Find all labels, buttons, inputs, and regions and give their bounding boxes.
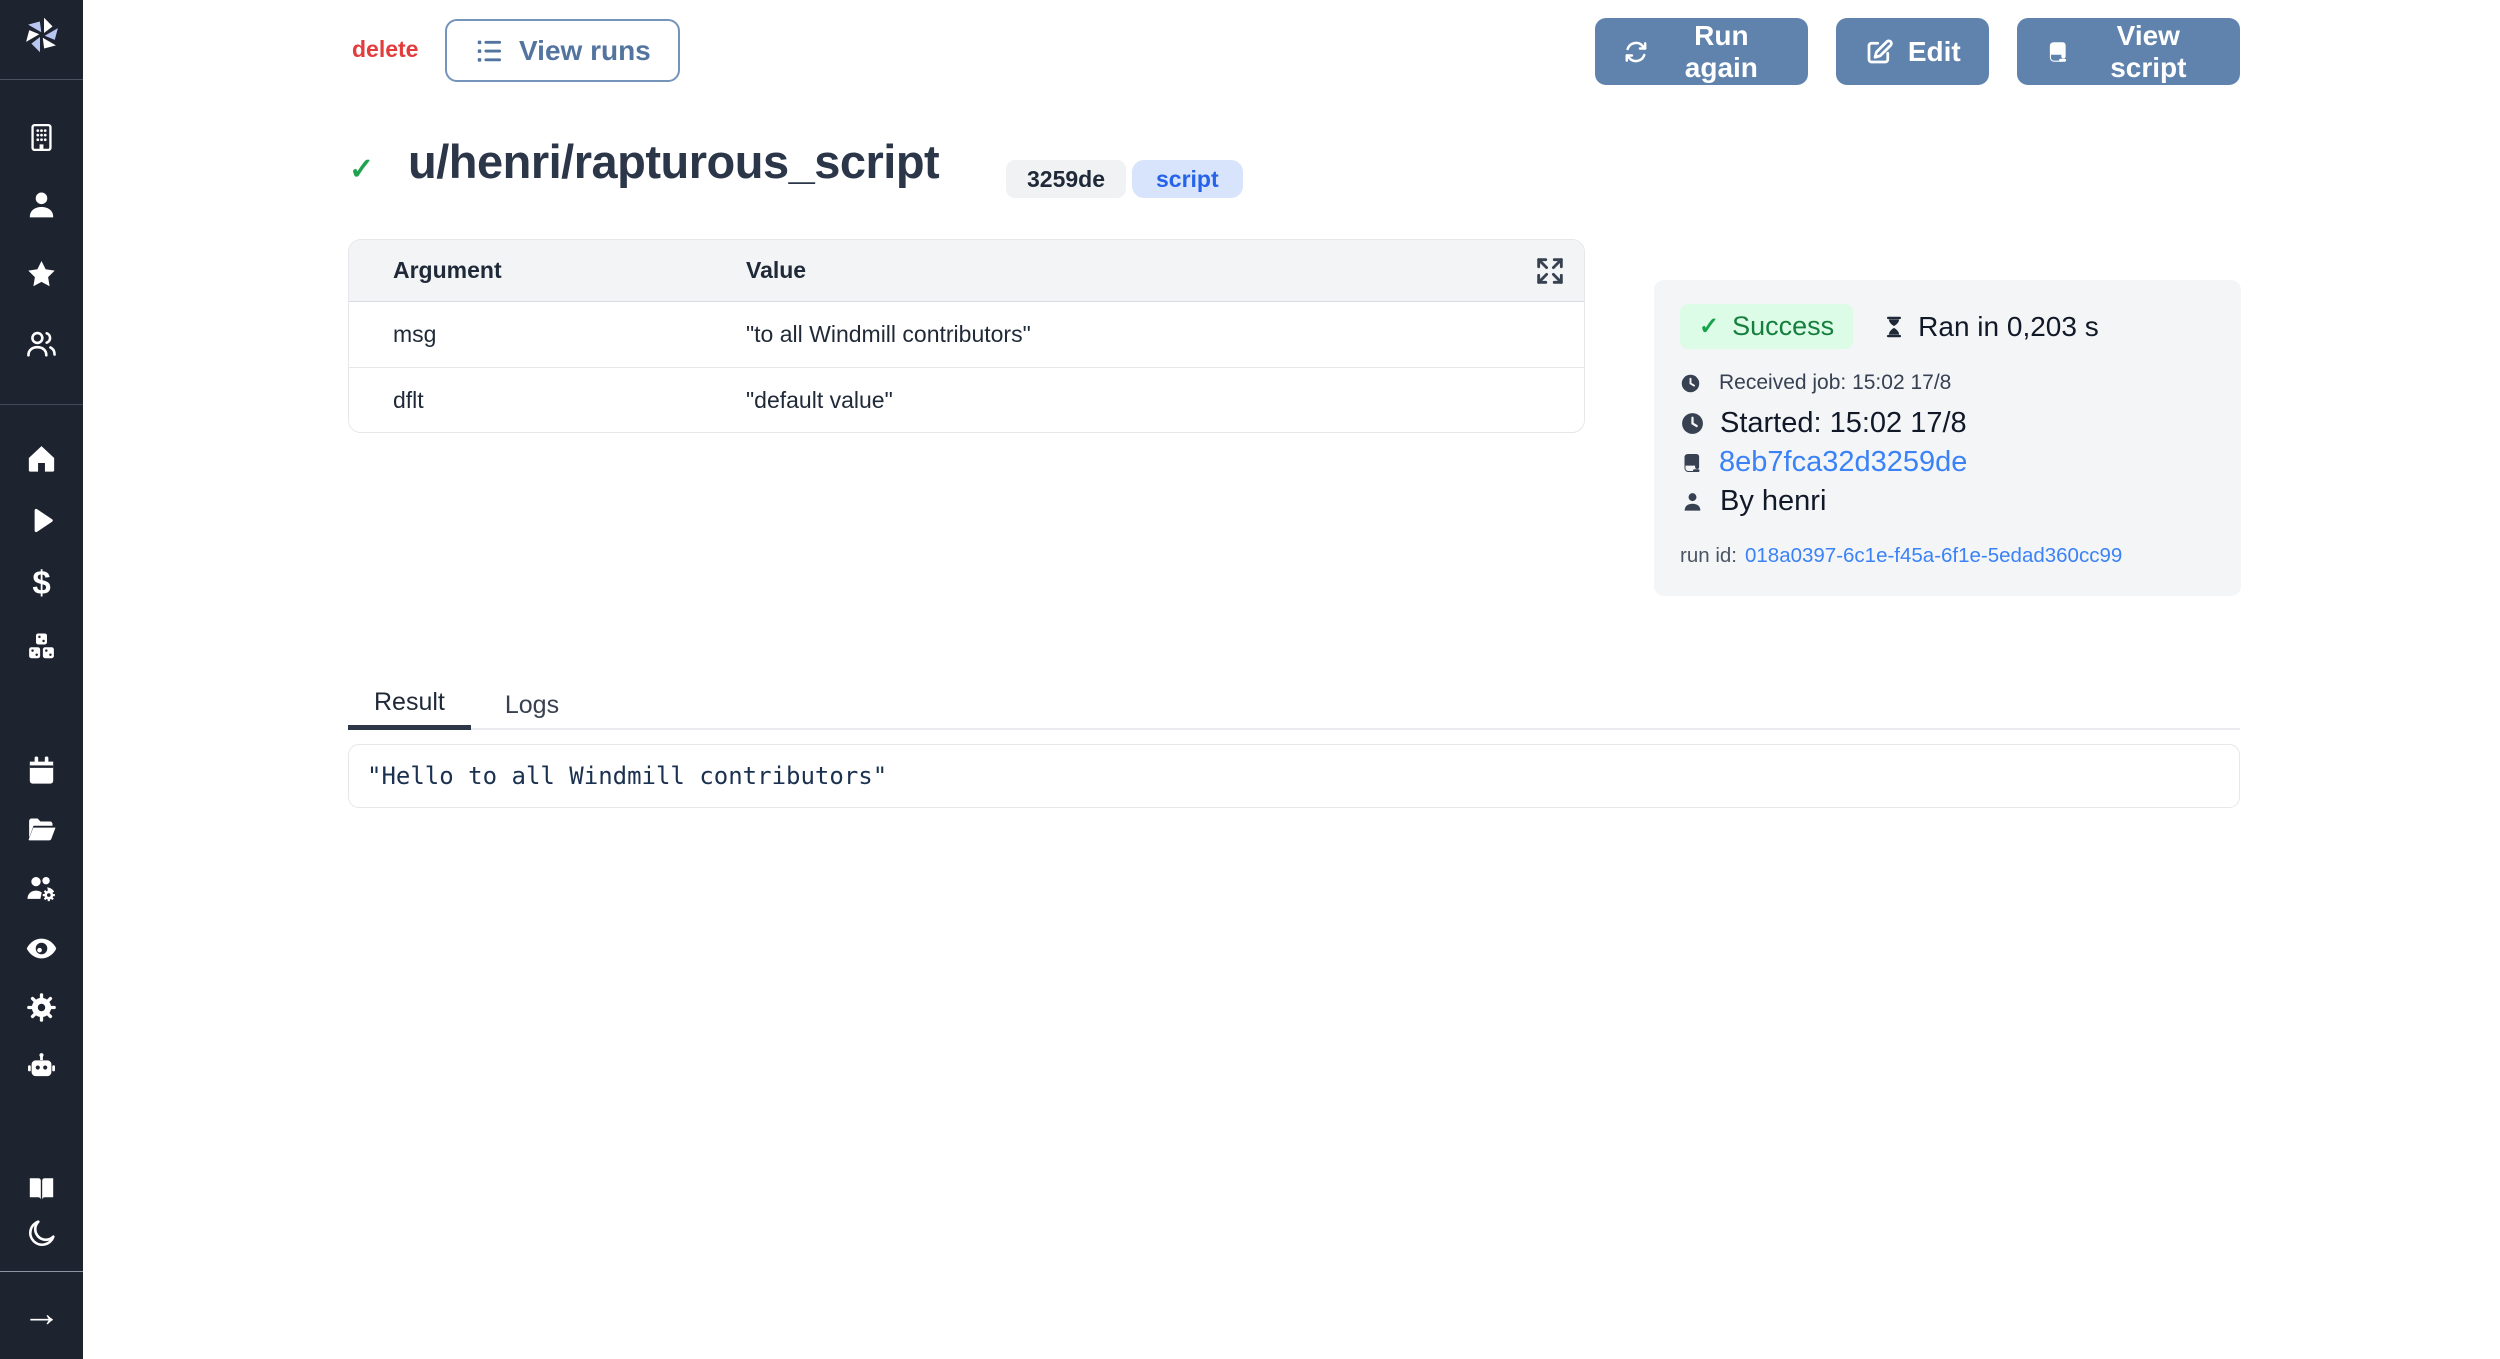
edit-icon: [1864, 37, 1894, 67]
received-job-row: Received job: 15:02 17/8: [1680, 371, 2215, 395]
table-row: msg "to all Windmill contributors": [349, 302, 1584, 367]
result-output-box: "Hello to all Windmill contributors": [348, 744, 2240, 808]
delete-button[interactable]: delete: [352, 36, 418, 63]
expand-icon[interactable]: [1533, 254, 1567, 288]
check-icon: ✓: [1699, 312, 1719, 341]
book-icon[interactable]: [25, 1172, 58, 1205]
windmill-logo[interactable]: [18, 11, 66, 59]
view-runs-button[interactable]: View runs: [445, 19, 680, 82]
run-by-row: By henri: [1680, 485, 2215, 518]
building-icon[interactable]: [25, 121, 58, 154]
hash-badge: 3259de: [1006, 160, 1126, 198]
view-script-button[interactable]: View script: [2017, 18, 2240, 85]
column-value: Value: [746, 257, 806, 284]
user-icon[interactable]: [25, 188, 58, 221]
job-hash-link[interactable]: 8eb7fca32d3259de: [1719, 446, 1967, 479]
arguments-table-header: Argument Value: [349, 240, 1584, 302]
arrow-right-icon[interactable]: →: [25, 1297, 58, 1330]
arg-value: "to all Windmill contributors": [746, 321, 1031, 348]
edit-button[interactable]: Edit: [1836, 18, 1989, 85]
success-check-icon: ✓: [349, 152, 374, 187]
dollar-icon[interactable]: $: [25, 566, 58, 599]
edit-label: Edit: [1908, 36, 1961, 68]
scroll-icon: [2045, 37, 2071, 67]
run-by-text: By henri: [1720, 485, 1826, 518]
windmill-run-page: $: [0, 0, 2500, 1359]
tab-result[interactable]: Result: [348, 680, 471, 730]
status-badge: ✓ Success: [1680, 304, 1853, 349]
arg-name: dflt: [349, 387, 746, 414]
clock-icon: [1680, 373, 1701, 394]
started-row: Started: 15:02 17/8: [1680, 407, 2215, 440]
clock-icon: [1680, 411, 1705, 436]
calendar-icon[interactable]: [25, 754, 58, 787]
view-runs-label: View runs: [519, 35, 651, 67]
sidebar-divider: [0, 1271, 83, 1272]
star-icon[interactable]: [25, 258, 58, 291]
run-id-row: run id: 018a0397-6c1e-f45a-6f1e-5edad360c…: [1680, 544, 2215, 568]
result-tabs: Result Logs: [348, 680, 2240, 730]
users-gear-icon[interactable]: [25, 872, 58, 905]
run-again-label: Run again: [1663, 20, 1780, 84]
folder-open-icon[interactable]: [25, 813, 58, 846]
list-icon: [474, 36, 504, 66]
started-text: Started: 15:02 17/8: [1720, 407, 1967, 440]
users-icon[interactable]: [25, 327, 58, 360]
column-argument: Argument: [349, 257, 746, 284]
arg-name: msg: [349, 321, 746, 348]
arg-value: "default value": [746, 387, 893, 414]
gear-icon[interactable]: [25, 991, 58, 1024]
sidebar: $: [0, 0, 83, 1359]
cubes-icon[interactable]: [25, 630, 58, 663]
arguments-table: Argument Value msg "to all Windmill cont…: [348, 239, 1585, 433]
user-icon: [1680, 489, 1705, 514]
eye-icon[interactable]: [25, 932, 58, 965]
view-script-label: View script: [2085, 20, 2212, 84]
run-id-link[interactable]: 018a0397-6c1e-f45a-6f1e-5edad360cc99: [1745, 544, 2122, 567]
result-output: "Hello to all Windmill contributors": [367, 762, 887, 790]
toolbar-actions: Run again Edit View script: [1595, 18, 2240, 85]
sidebar-divider: [0, 79, 83, 80]
status-label: Success: [1732, 311, 1834, 342]
home-icon[interactable]: [25, 442, 58, 475]
sidebar-divider: [0, 404, 83, 405]
page-title: u/henri/rapturous_script: [408, 134, 939, 189]
refresh-icon: [1623, 37, 1649, 67]
moon-icon[interactable]: [25, 1217, 58, 1250]
table-row: dflt "default value": [349, 367, 1584, 432]
robot-icon[interactable]: [25, 1051, 58, 1084]
received-job-text: Received job: 15:02 17/8: [1719, 371, 1951, 395]
run-id-label: run id:: [1680, 544, 1737, 567]
job-hash-row: 8eb7fca32d3259de: [1680, 446, 2215, 479]
run-duration: Ran in 0,203 s: [1881, 311, 2099, 343]
scroll-icon: [1680, 451, 1704, 475]
run-info-card: ✓ Success Ran in 0,203 s Received job: 1…: [1654, 280, 2241, 596]
run-again-button[interactable]: Run again: [1595, 18, 1808, 85]
hourglass-icon: [1881, 314, 1907, 340]
script-type-badge: script: [1132, 160, 1243, 198]
tab-logs[interactable]: Logs: [479, 680, 585, 730]
play-icon[interactable]: [25, 504, 58, 537]
